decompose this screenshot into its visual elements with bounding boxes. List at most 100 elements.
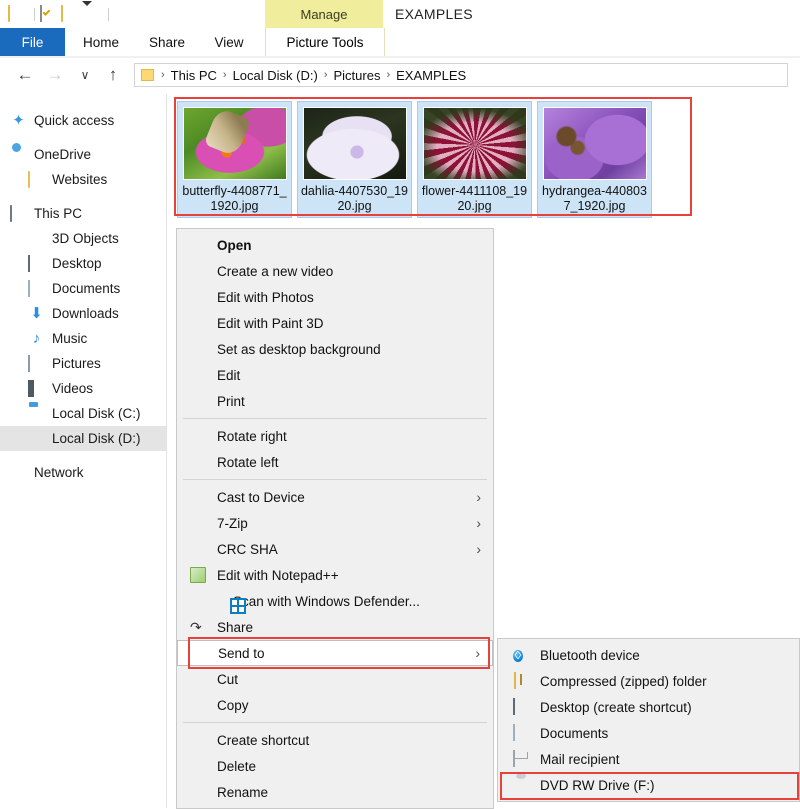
bluetooth-icon: ♢ bbox=[513, 647, 530, 663]
chevron-down-icon: ∨ bbox=[81, 68, 90, 82]
sidebar-item-desktop[interactable]: Desktop bbox=[0, 251, 166, 276]
menu-item-label: Share bbox=[217, 620, 253, 635]
submenu-item-mail-recipient[interactable]: Mail recipient bbox=[498, 746, 799, 772]
menu-item-edit-with-paint-3d[interactable]: Edit with Paint 3D bbox=[177, 310, 493, 336]
menu-item-label: Cut bbox=[217, 672, 238, 687]
menu-item-share[interactable]: ↷ Share bbox=[177, 614, 493, 640]
menu-item-create-shortcut[interactable]: Create shortcut bbox=[177, 727, 493, 753]
menu-item-cut[interactable]: Cut bbox=[177, 666, 493, 692]
sidebar-item-quick-access[interactable]: ✦ Quick access bbox=[0, 108, 166, 133]
context-menu[interactable]: Open Create a new video Edit with Photos… bbox=[176, 228, 494, 809]
toolbar-divider bbox=[34, 8, 35, 21]
sidebar-item-label: Documents bbox=[52, 282, 120, 296]
menu-item-cast-to-device[interactable]: Cast to Device › bbox=[177, 484, 493, 510]
sidebar-item-documents[interactable]: Documents bbox=[0, 276, 166, 301]
submenu-item-label: Compressed (zipped) folder bbox=[540, 674, 707, 689]
sidebar-item-videos[interactable]: Videos bbox=[0, 376, 166, 401]
sidebar-item-downloads[interactable]: ⬇ Downloads bbox=[0, 301, 166, 326]
tab-view[interactable]: View bbox=[202, 28, 256, 56]
sidebar-item-label: Local Disk (D:) bbox=[52, 432, 141, 446]
submenu-item-bluetooth-device[interactable]: ♢ Bluetooth device bbox=[498, 642, 799, 668]
sidebar-item-label: Network bbox=[34, 466, 84, 480]
back-button[interactable]: ← bbox=[12, 62, 38, 88]
menu-item-edit-with-notepad-plus-plus[interactable]: Edit with Notepad++ bbox=[177, 562, 493, 588]
sidebar-item-websites[interactable]: Websites bbox=[0, 167, 166, 192]
menu-item-label: CRC SHA bbox=[217, 542, 278, 557]
breadcrumb-item-pictures[interactable]: Pictures bbox=[331, 68, 384, 83]
folder-icon[interactable] bbox=[8, 6, 24, 22]
sidebar-item-local-disk-d[interactable]: Local Disk (D:) bbox=[0, 426, 166, 451]
menu-item-open[interactable]: Open bbox=[177, 232, 493, 258]
sidebar-item-3d-objects[interactable]: 3D Objects bbox=[0, 226, 166, 251]
new-folder-icon[interactable] bbox=[61, 6, 77, 22]
star-icon: ✦ bbox=[10, 113, 27, 129]
drive-icon bbox=[28, 431, 45, 447]
submenu-item-documents[interactable]: Documents bbox=[498, 720, 799, 746]
sidebar-item-label: Music bbox=[52, 332, 87, 346]
sidebar-item-label: Pictures bbox=[52, 357, 101, 371]
sidebar-item-pictures[interactable]: Pictures bbox=[0, 351, 166, 376]
tab-picture-tools[interactable]: Picture Tools bbox=[265, 28, 385, 56]
pictures-icon bbox=[28, 356, 45, 372]
navigation-pane[interactable]: ✦ Quick access OneDrive Websites This PC… bbox=[0, 94, 167, 808]
menu-separator bbox=[183, 418, 487, 419]
menu-item-edit-with-photos[interactable]: Edit with Photos bbox=[177, 284, 493, 310]
recent-locations-button[interactable]: ∨ bbox=[72, 62, 98, 88]
submenu-item-label: Bluetooth device bbox=[540, 648, 640, 663]
sidebar-item-this-pc[interactable]: This PC bbox=[0, 201, 166, 226]
back-arrow-icon: ← bbox=[17, 65, 34, 85]
window-title: EXAMPLES bbox=[395, 0, 473, 28]
tab-share[interactable]: Share bbox=[138, 28, 196, 56]
menu-item-create-a-new-video[interactable]: Create a new video bbox=[177, 258, 493, 284]
submenu-item-dvd-rw-drive[interactable]: DVD RW Drive (F:) bbox=[498, 772, 799, 798]
menu-item-set-as-desktop-background[interactable]: Set as desktop background bbox=[177, 336, 493, 362]
sidebar-item-onedrive[interactable]: OneDrive bbox=[0, 142, 166, 167]
sidebar-item-music[interactable]: ♪ Music bbox=[0, 326, 166, 351]
file-name-label: dahlia-4407530_1920.jpg bbox=[301, 184, 409, 214]
tab-home[interactable]: Home bbox=[72, 28, 130, 56]
file-item-butterfly[interactable]: butterfly-4408771_1920.jpg bbox=[177, 101, 292, 218]
up-arrow-icon: ↑ bbox=[109, 65, 118, 85]
breadcrumb-item-local-disk-d[interactable]: Local Disk (D:) bbox=[230, 68, 321, 83]
menu-item-print[interactable]: Print bbox=[177, 388, 493, 414]
menu-item-send-to[interactable]: Send to › bbox=[177, 640, 493, 666]
menu-item-scan-with-windows-defender[interactable]: Scan with Windows Defender... bbox=[177, 588, 493, 614]
customize-dropdown-icon[interactable] bbox=[82, 6, 98, 22]
tab-view-label: View bbox=[214, 35, 243, 50]
sidebar-item-local-disk-c[interactable]: Local Disk (C:) bbox=[0, 401, 166, 426]
send-to-submenu[interactable]: ♢ Bluetooth device Compressed (zipped) f… bbox=[497, 638, 800, 802]
file-item-hydrangea[interactable]: hydrangea-4408037_1920.jpg bbox=[537, 101, 652, 218]
download-icon: ⬇ bbox=[28, 306, 45, 322]
menu-item-label: Edit bbox=[217, 368, 240, 383]
file-item-flower[interactable]: flower-4411108_1920.jpg bbox=[417, 101, 532, 218]
menu-item-7-zip[interactable]: 7-Zip › bbox=[177, 510, 493, 536]
menu-item-delete[interactable]: Delete bbox=[177, 753, 493, 779]
menu-separator bbox=[183, 722, 487, 723]
chevron-right-icon: › bbox=[475, 645, 480, 661]
notepadpp-icon bbox=[190, 567, 206, 583]
menu-item-rotate-left[interactable]: Rotate left bbox=[177, 449, 493, 475]
share-icon: ↷ bbox=[190, 619, 206, 635]
music-note-icon: ♪ bbox=[28, 331, 45, 347]
forward-button[interactable]: → bbox=[42, 62, 68, 88]
breadcrumb[interactable]: › This PC › Local Disk (D:) › Pictures ›… bbox=[134, 63, 788, 87]
up-button[interactable]: ↑ bbox=[100, 62, 126, 88]
submenu-item-compressed-zipped-folder[interactable]: Compressed (zipped) folder bbox=[498, 668, 799, 694]
menu-item-label: Open bbox=[217, 238, 252, 253]
tab-file[interactable]: File bbox=[0, 28, 65, 56]
submenu-item-desktop-create-shortcut[interactable]: Desktop (create shortcut) bbox=[498, 694, 799, 720]
defender-icon bbox=[230, 598, 246, 614]
submenu-item-label: DVD RW Drive (F:) bbox=[540, 778, 655, 793]
sidebar-item-network[interactable]: Network bbox=[0, 460, 166, 485]
menu-separator bbox=[183, 479, 487, 480]
menu-item-copy[interactable]: Copy bbox=[177, 692, 493, 718]
menu-item-edit[interactable]: Edit bbox=[177, 362, 493, 388]
menu-item-rotate-right[interactable]: Rotate right bbox=[177, 423, 493, 449]
breadcrumb-item-examples[interactable]: EXAMPLES bbox=[393, 68, 469, 83]
sidebar-item-label: OneDrive bbox=[34, 148, 91, 162]
file-item-dahlia[interactable]: dahlia-4407530_1920.jpg bbox=[297, 101, 412, 218]
menu-item-crc-sha[interactable]: CRC SHA › bbox=[177, 536, 493, 562]
menu-item-rename[interactable]: Rename bbox=[177, 779, 493, 805]
breadcrumb-item-this-pc[interactable]: This PC bbox=[168, 68, 220, 83]
properties-icon[interactable] bbox=[40, 6, 56, 22]
